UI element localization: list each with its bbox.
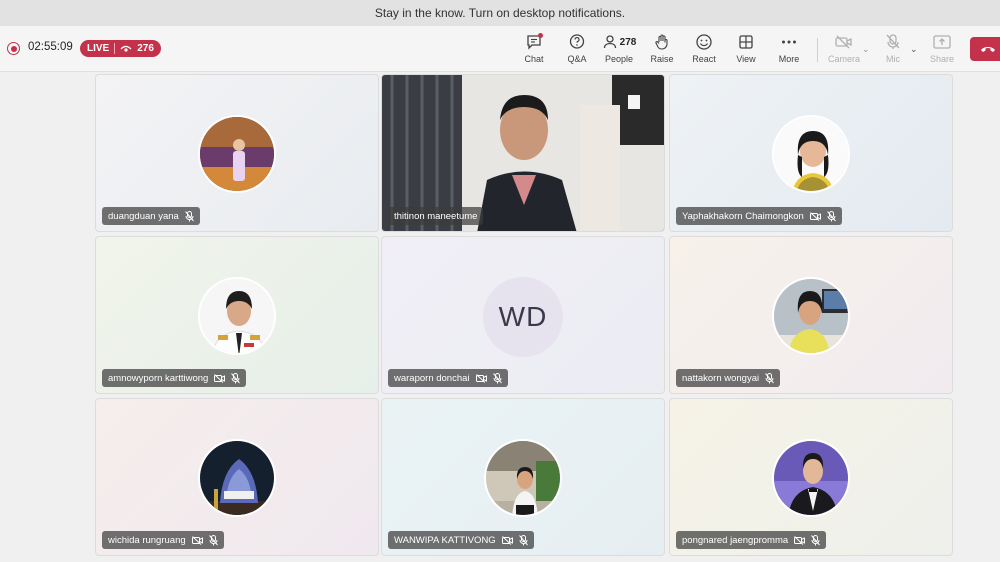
camera-button[interactable]: Camera [821, 32, 867, 68]
participant-name: duangduan yana [108, 210, 179, 222]
mic-off-icon [208, 534, 218, 546]
people-icon [603, 35, 616, 49]
viewer-count: 276 [137, 43, 154, 54]
people-button[interactable]: 278 People [596, 32, 642, 68]
chat-notification-dot [538, 33, 543, 38]
participant-tile[interactable]: Yaphakhakorn Chaimongkon [669, 74, 953, 232]
qa-icon [568, 32, 586, 52]
participant-tile[interactable]: nattakorn wongyai [669, 236, 953, 394]
participant-name-tag: pongnared jaengpromma [676, 531, 827, 549]
people-icon-group: 278 [602, 32, 637, 52]
video-off-icon [475, 373, 487, 383]
mic-off-icon [886, 32, 900, 52]
leave-button[interactable] [970, 37, 1000, 61]
share-button[interactable]: Share [919, 32, 965, 68]
raise-label: Raise [650, 54, 674, 64]
raise-hand-button[interactable]: Raise [639, 32, 685, 68]
mic-options-chevron-icon[interactable]: ⌄ [910, 44, 918, 55]
view-label: View [736, 54, 756, 64]
avatar [484, 439, 562, 517]
participant-tile-video[interactable]: thitinon maneetume [381, 74, 665, 232]
participant-tile[interactable]: wichida rungruang [95, 398, 379, 556]
share-label: Share [929, 54, 955, 64]
participant-name-tag: Yaphakhakorn Chaimongkon [676, 207, 842, 225]
mic-off-icon [765, 372, 774, 384]
participant-name-tag: duangduan yana [102, 207, 200, 225]
video-off-icon [794, 535, 806, 545]
participant-name: nattakorn wongyai [682, 372, 760, 384]
hang-up-icon [981, 47, 995, 52]
more-label: More [778, 54, 800, 64]
mic-off-icon [492, 372, 502, 384]
avatar [772, 439, 850, 517]
participant-name: Yaphakhakorn Chaimongkon [682, 210, 804, 222]
video-off-icon [501, 535, 513, 545]
live-label: LIVE [87, 43, 110, 54]
mic-off-icon [518, 534, 528, 546]
camera-label: Camera [827, 54, 860, 64]
smiley-icon [695, 32, 713, 52]
avatar [198, 439, 276, 517]
participant-name-tag: waraporn donchai [388, 369, 508, 387]
avatar [772, 115, 850, 193]
more-button[interactable]: More [766, 32, 812, 68]
view-button[interactable]: View [723, 32, 769, 68]
react-label: React [692, 54, 716, 64]
participant-name: waraporn donchai [394, 372, 470, 384]
avatar [772, 277, 850, 355]
participant-name: thitinon maneetume [394, 210, 478, 222]
people-count: 278 [619, 36, 637, 48]
participant-tile[interactable]: pongnared jaengpromma [669, 398, 953, 556]
recording-icon [7, 42, 20, 55]
mic-label: Mic [886, 54, 900, 64]
mic-off-icon [826, 210, 836, 222]
camera-off-icon [835, 32, 853, 52]
people-label: People [604, 54, 634, 64]
participant-tile[interactable]: WD waraporn donchai [381, 236, 665, 394]
mic-off-icon [184, 210, 194, 222]
participant-name: amnowyporn karttiwong [108, 372, 209, 384]
grid-icon [738, 32, 754, 52]
qa-label: Q&A [567, 54, 587, 64]
meeting-toolbar: 02:55:09 LIVE 276 Chat Q&A 278 People Ra… [0, 26, 1000, 72]
participant-name-tag: amnowyporn karttiwong [102, 369, 247, 387]
avatar [198, 277, 276, 355]
chat-label: Chat [524, 54, 544, 64]
participant-tile[interactable]: amnowyporn karttiwong [95, 236, 379, 394]
video-off-icon [191, 535, 203, 545]
participant-name-tag: nattakorn wongyai [676, 369, 781, 387]
participant-name: WANWIPA KATTIVONG [394, 534, 496, 546]
participant-name-tag: WANWIPA KATTIVONG [388, 531, 534, 549]
toolbar-divider [817, 38, 818, 62]
notification-text[interactable]: Stay in the know. Turn on desktop notifi… [375, 6, 625, 20]
eye-icon [120, 45, 132, 52]
participant-tile[interactable]: WANWIPA KATTIVONG [381, 398, 665, 556]
participant-name: pongnared jaengpromma [682, 534, 789, 546]
video-off-icon [809, 211, 821, 221]
live-badge[interactable]: LIVE 276 [80, 40, 161, 57]
ellipsis-icon [781, 32, 797, 52]
camera-options-chevron-icon[interactable]: ⌄ [862, 44, 870, 55]
participant-name-tag: wichida rungruang [102, 531, 224, 549]
participant-tile[interactable]: duangduan yana [95, 74, 379, 232]
mic-off-icon [811, 534, 821, 546]
meeting-timer: 02:55:09 [28, 41, 73, 53]
qa-button[interactable]: Q&A [554, 32, 600, 68]
video-off-icon [214, 373, 226, 383]
avatar [198, 115, 276, 193]
avatar-initials: WD [483, 277, 563, 357]
share-tray-icon [933, 32, 951, 52]
participant-name-tag: thitinon maneetume [388, 207, 484, 225]
live-badge-divider [114, 43, 116, 54]
react-button[interactable]: React [681, 32, 727, 68]
chat-button[interactable]: Chat [511, 32, 557, 68]
participant-name: wichida rungruang [108, 534, 186, 546]
mic-off-icon [231, 372, 241, 384]
hand-icon [653, 32, 671, 52]
notification-bar[interactable]: Stay in the know. Turn on desktop notifi… [0, 0, 1000, 26]
